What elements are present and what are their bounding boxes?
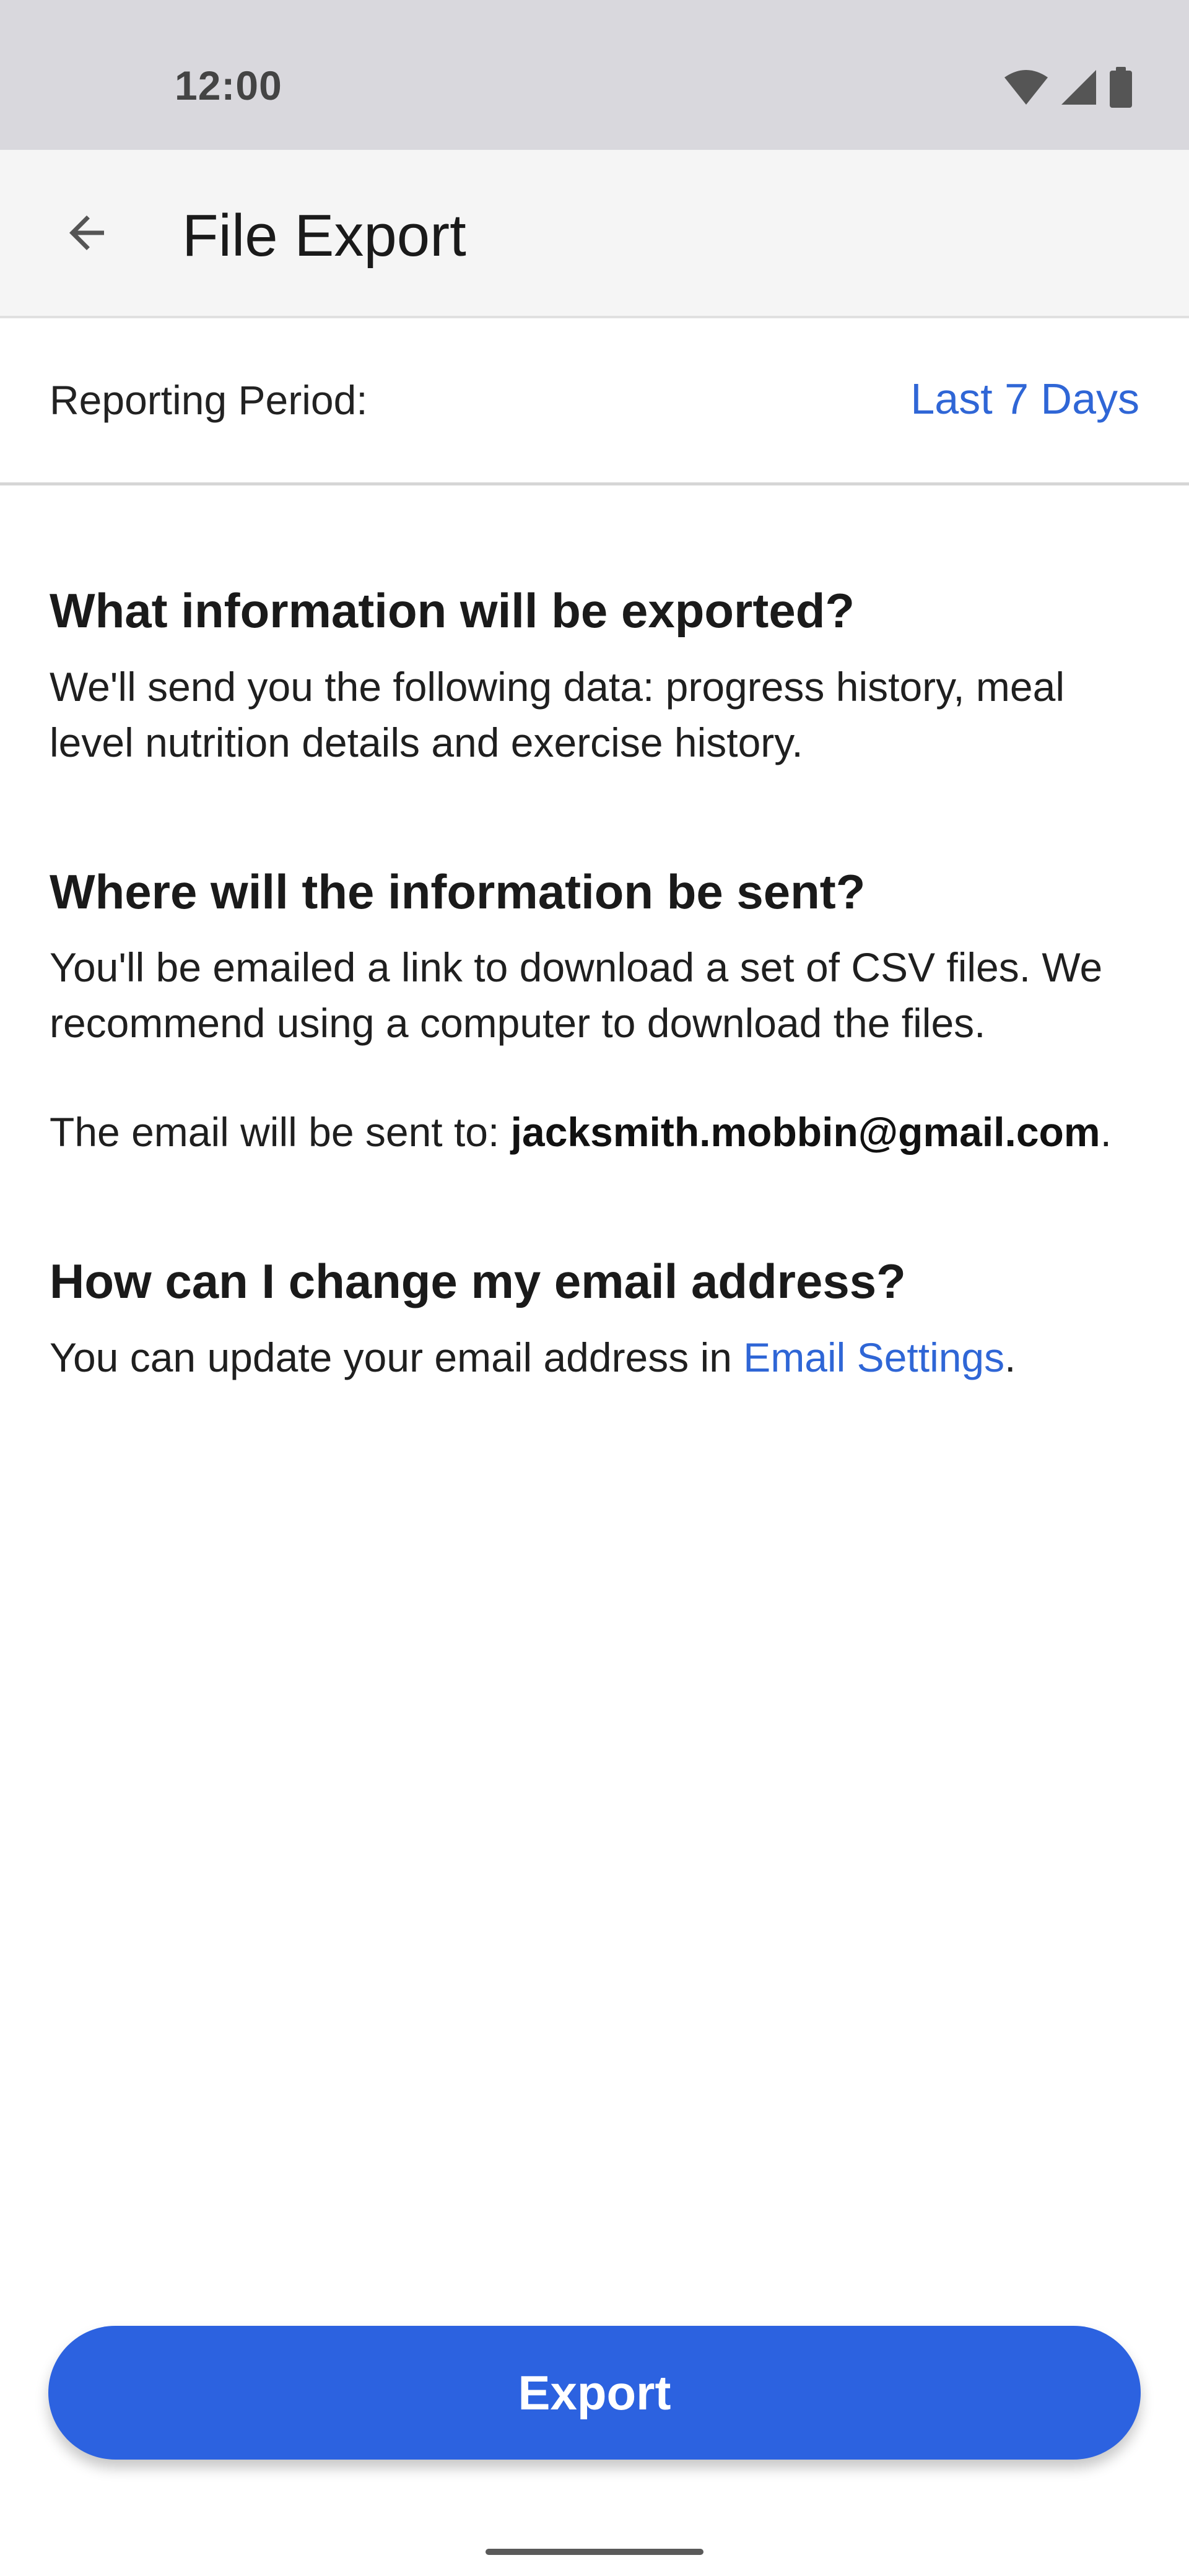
gesture-bar[interactable]: [486, 2549, 703, 2555]
reporting-period-label: Reporting Period:: [50, 377, 368, 423]
battery-icon: [1110, 67, 1132, 108]
export-info-content: What information will be exported? We'll…: [50, 582, 1139, 1478]
status-bar: 12:00: [0, 0, 1189, 150]
app-bar: File Export: [0, 150, 1189, 318]
page-title: File Export: [182, 202, 466, 269]
export-button[interactable]: Export: [48, 2326, 1141, 2460]
section-body-what: We'll send you the following data: progr…: [50, 663, 1065, 765]
signal-icon: [1061, 70, 1096, 105]
status-time: 12:00: [175, 63, 282, 108]
section-change: How can I change my email address? You c…: [50, 1253, 1139, 1385]
screen: 12:00 File Export Reporting Period: Last…: [0, 0, 1189, 2576]
email-prefix: The email will be sent to:: [50, 1109, 511, 1155]
change-body-prefix: You can update your email address in: [50, 1334, 744, 1380]
email-address: jacksmith.mobbin@gmail.com: [510, 1109, 1100, 1155]
email-destination: The email will be sent to: jacksmith.mob…: [50, 1104, 1139, 1160]
section-body-change: You can update your email address in Ema…: [50, 1329, 1139, 1385]
change-body-suffix: .: [1004, 1334, 1016, 1380]
section-heading-what: What information will be exported?: [50, 583, 855, 638]
arrow-back-icon: [69, 215, 104, 250]
reporting-period-row[interactable]: Reporting Period: Last 7 Days: [0, 318, 1189, 485]
reporting-period-value[interactable]: Last 7 Days: [910, 374, 1139, 424]
email-settings-link[interactable]: Email Settings: [743, 1334, 1004, 1380]
section-what: What information will be exported? We'll…: [50, 582, 1139, 770]
back-button[interactable]: [47, 193, 126, 272]
email-suffix: .: [1100, 1109, 1112, 1155]
section-body-where: You'll be emailed a link to download a s…: [50, 944, 1103, 1046]
section-where: Where will the information be sent? You'…: [50, 863, 1139, 1160]
section-heading-change: How can I change my email address?: [50, 1254, 906, 1309]
status-icons: [1003, 67, 1133, 108]
section-heading-where: Where will the information be sent?: [50, 864, 866, 919]
wifi-icon: [1004, 70, 1048, 105]
